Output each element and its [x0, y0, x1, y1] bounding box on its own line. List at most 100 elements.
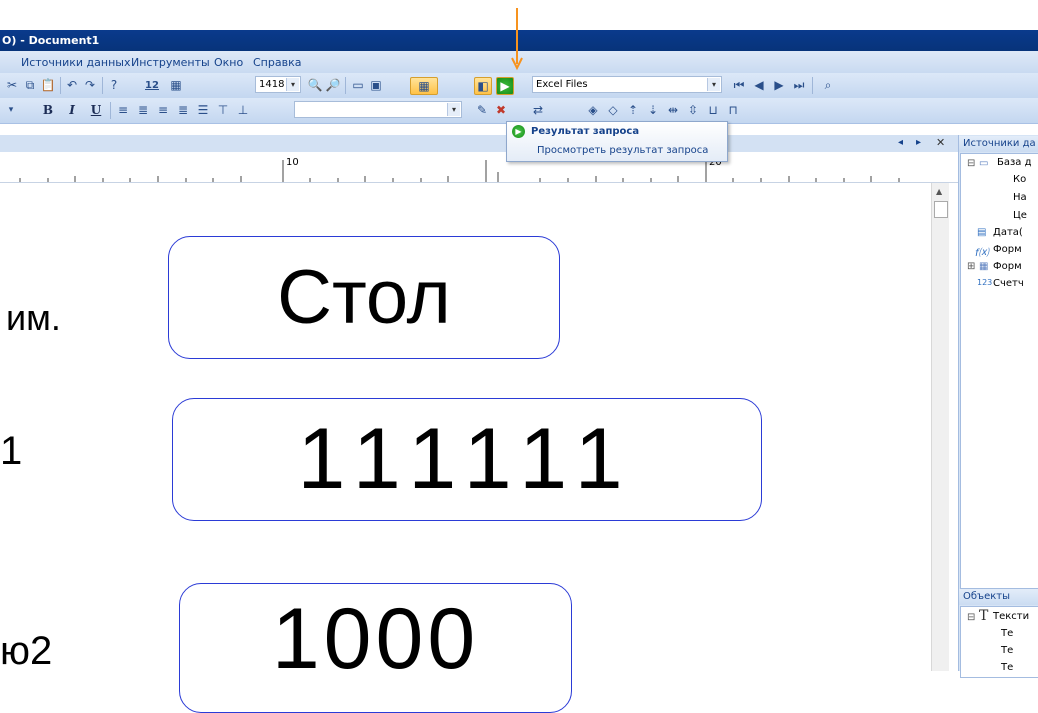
font-size-button[interactable]: 12 — [140, 77, 164, 93]
tree-item[interactable]: На — [1013, 192, 1027, 203]
zoom-select[interactable]: 1418 ▾ — [255, 76, 301, 93]
horizontal-ruler: 10 20 — [0, 152, 958, 183]
tree-item[interactable]: Те — [1001, 662, 1013, 673]
formula-icon: f⒳ — [975, 248, 989, 259]
align-objects-icon[interactable]: ⇄ — [530, 102, 546, 118]
spacing-h-icon[interactable]: ⇹ — [665, 102, 681, 118]
distribute-icon[interactable]: ☰ — [195, 102, 211, 118]
datasources-panel-title: Источники да — [959, 136, 1038, 152]
redo-icon[interactable]: ↷ — [82, 77, 98, 93]
datasources-tree[interactable]: ⊟ ▭ База д Ко На Це ▤ Дата( f⒳ Форм ⊞ ▦ … — [960, 153, 1038, 589]
brush-icon[interactable]: ✎ — [474, 102, 490, 118]
tooltip-description: Просмотреть результат запроса — [537, 145, 709, 156]
first-record-icon[interactable]: ⏮ — [731, 77, 747, 93]
scroll-right-icon[interactable]: ▸ — [916, 137, 921, 148]
paste-icon[interactable]: 📋 — [40, 77, 56, 93]
size-height-icon[interactable]: ⊓ — [725, 102, 741, 118]
move-down-icon[interactable]: ⇣ — [645, 102, 661, 118]
tree-item[interactable]: Те — [1001, 628, 1013, 639]
align-right-icon[interactable]: ≣ — [175, 102, 191, 118]
grid-dropdown-icon[interactable]: ▦ — [410, 77, 438, 95]
bold-button[interactable]: B — [40, 102, 56, 118]
chevron-down-icon[interactable]: ▾ — [286, 78, 299, 91]
menu-tools[interactable]: Инструменты — [131, 56, 210, 69]
right-dock-panel: Источники да ⊟ ▭ База д Ко На Це ▤ Дата(… — [958, 135, 1038, 678]
copy-icon[interactable]: ⧉ — [22, 77, 38, 93]
zoom-value: 1418 — [259, 79, 285, 90]
italic-button[interactable]: I — [64, 102, 80, 118]
chevron-down-icon[interactable]: ▾ — [6, 102, 16, 118]
tree-item[interactable]: Счетч — [993, 278, 1024, 289]
valign-bottom-icon[interactable]: ⊥ — [235, 102, 251, 118]
tree-item[interactable]: Форм — [993, 244, 1022, 255]
text-field[interactable]: 1000 — [179, 583, 572, 713]
border-icon[interactable]: ◇ — [605, 102, 621, 118]
prev-record-icon[interactable]: ◀ — [751, 77, 767, 93]
scroll-left-icon[interactable]: ◂ — [898, 137, 903, 148]
style-select[interactable]: ▾ — [294, 101, 462, 118]
table-icon[interactable]: ▦ — [168, 77, 184, 93]
size-width-icon[interactable]: ⊔ — [705, 102, 721, 118]
move-up-icon[interactable]: ⇡ — [625, 102, 641, 118]
counter-icon: 123 — [977, 278, 993, 287]
last-record-icon[interactable]: ⏭ — [791, 77, 807, 93]
text-field[interactable]: 111111 — [172, 398, 762, 521]
tree-item[interactable]: Те — [1001, 645, 1013, 656]
text-field[interactable]: Стол — [168, 236, 560, 359]
spacing-v-icon[interactable]: ⇳ — [685, 102, 701, 118]
zoom-out-icon[interactable]: 🔎 — [325, 77, 341, 93]
run-query-icon[interactable]: ▶ — [496, 77, 514, 95]
align-center-icon[interactable]: ≡ — [155, 102, 171, 118]
run-query-icon: ▶ — [512, 125, 525, 138]
expand-icon[interactable]: ⊟ — [967, 158, 975, 169]
tooltip-title: Результат запроса — [531, 126, 640, 137]
cut-icon[interactable]: ✂ — [4, 77, 20, 93]
ruler-label-10: 10 — [286, 157, 299, 168]
table-icon: ▦ — [979, 261, 989, 272]
tree-item[interactable]: Дата( — [993, 227, 1023, 238]
align-justify-icon[interactable]: ≡ — [115, 102, 131, 118]
zoom-in-icon[interactable]: 🔍 — [307, 77, 323, 93]
align-left-icon[interactable]: ≣ — [135, 102, 151, 118]
tree-item[interactable]: База д — [997, 157, 1032, 168]
data-source-icon[interactable]: ◧ — [474, 77, 492, 95]
chevron-down-icon[interactable]: ▾ — [447, 103, 460, 116]
report-label: им. — [6, 297, 61, 338]
tree-item[interactable]: Ко — [1013, 174, 1026, 185]
binoculars-icon[interactable]: ⌕ — [818, 77, 838, 93]
expand-icon[interactable]: ⊟ — [967, 612, 975, 623]
tree-item[interactable]: Тексти — [993, 611, 1029, 622]
text-object-icon: T — [979, 608, 989, 624]
database-icon: ▭ — [979, 158, 989, 169]
fit-page-icon[interactable]: ▣ — [368, 77, 384, 93]
menu-data-sources[interactable]: Источники данных — [21, 56, 130, 69]
objects-tree[interactable]: ⊟ T Тексти Те Те Те — [960, 606, 1038, 678]
main-toolbar: ✂ ⧉ 📋 ↶ ↷ ? 12 ▦ 1418 ▾ 🔍 🔎 ▭ ▣ ▦ ◧ ▶ Ex… — [0, 73, 1038, 99]
report-label: ю2 — [0, 629, 53, 673]
tree-item[interactable]: Це — [1013, 210, 1027, 221]
help-icon[interactable]: ? — [106, 77, 122, 93]
chevron-down-icon[interactable]: ▾ — [707, 78, 720, 91]
tree-item[interactable]: Форм — [993, 261, 1022, 272]
report-canvas[interactable]: им. Стол 1 111111 ю2 1000 — [0, 183, 930, 713]
valign-top-icon[interactable]: ⊤ — [215, 102, 231, 118]
menu-window[interactable]: Окно — [214, 56, 243, 69]
vertical-scrollbar[interactable]: ▲ — [931, 183, 949, 671]
window-title: O) - Document1 — [2, 34, 100, 47]
report-label: 1 — [0, 429, 23, 473]
delete-icon[interactable]: ✖ — [493, 102, 509, 118]
fill-icon[interactable]: ◈ — [585, 102, 601, 118]
fit-width-icon[interactable]: ▭ — [350, 77, 366, 93]
scroll-up-icon[interactable]: ▲ — [936, 187, 942, 196]
next-record-icon[interactable]: ▶ — [771, 77, 787, 93]
document-tab-strip: ◂ ▸ ✕ — [0, 135, 958, 153]
underline-button[interactable]: U — [88, 102, 104, 118]
close-icon[interactable]: ✕ — [936, 136, 945, 149]
scrollbar-thumb[interactable] — [934, 201, 948, 218]
undo-icon[interactable]: ↶ — [64, 77, 80, 93]
menu-help[interactable]: Справка — [253, 56, 301, 69]
ruler-ticks — [19, 160, 900, 182]
annotation-arrow-icon — [511, 8, 523, 71]
data-source-select[interactable]: Excel Files ▾ — [532, 76, 722, 93]
expand-icon[interactable]: ⊞ — [967, 261, 975, 272]
